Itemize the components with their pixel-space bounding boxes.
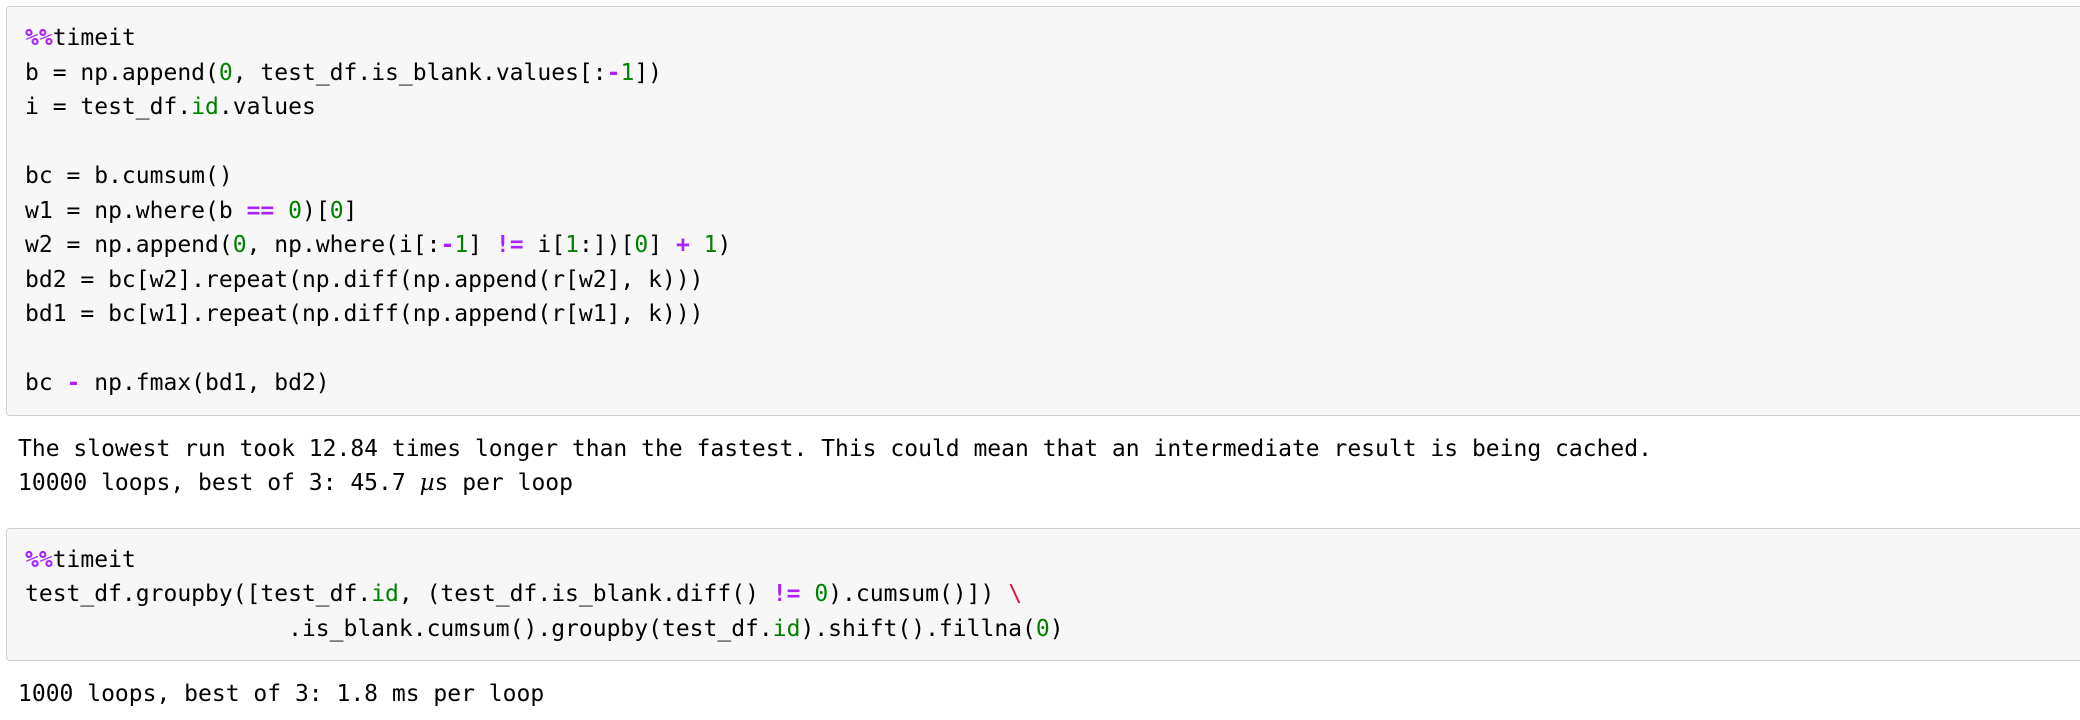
code-token-op: - — [440, 232, 455, 258]
code-line: w1 = np.where(b == 0)[0] — [25, 194, 2067, 229]
code-line: w2 = np.append(0, np.where(i[:-1] != i[1… — [25, 228, 2067, 263]
code-token-plain: i = test_df. — [25, 94, 192, 120]
cells-root: %%timeit b = np.append(0, test_df.is_blan… — [0, 6, 2080, 711]
code-token-num: 0 — [232, 232, 247, 258]
code-token-plain: ] — [468, 232, 496, 258]
code-token-plain: , (test_df.is_blank.diff() — [398, 581, 773, 607]
code-token-magicname: timeit — [52, 546, 136, 573]
code-line: bd1 = bc[w1].repeat(np.diff(np.append(r[… — [25, 297, 2067, 332]
code-token-num: 1 — [565, 232, 579, 258]
code-token-op: + — [675, 232, 690, 258]
code-token-plain: :])[ — [578, 232, 635, 258]
output-line: 1000 loops, best of 3: 1.8 ms per loop — [18, 681, 545, 707]
code-line: b = np.append(0, test_df.is_blank.values… — [25, 56, 2067, 91]
timeit-cell-numpy[interactable]: %%timeit b = np.append(0, test_df.is_blan… — [6, 6, 2080, 416]
code-token-op: - — [606, 59, 621, 86]
code-editor[interactable]: %%timeit b = np.append(0, test_df.is_blan… — [7, 7, 2080, 415]
code-token-plain: bd1 = bc[w1].repeat(np.diff(np.append(r[… — [25, 301, 704, 327]
code-line: bc = b.cumsum() — [25, 159, 2067, 194]
code-token-plain: bd2 = bc[w2].repeat(np.diff(np.append(r[… — [25, 266, 704, 293]
cell-output-gap — [0, 416, 2080, 432]
output-line: 10000 loops, best of 3: 45.7 µs per loop — [18, 469, 574, 496]
code-token-num: 1 — [454, 232, 469, 258]
code-token-plain: ]) — [634, 59, 663, 86]
code-token-plain: test_df.groupby([test_df. — [25, 581, 372, 607]
code-token-plain: .is_blank.cumsum().groupby(test_df. — [25, 615, 773, 642]
cell-output-gap — [0, 661, 2080, 677]
code-token-op: != — [772, 581, 801, 607]
code-token-builtin: id — [772, 615, 801, 642]
micro-symbol: µ — [419, 469, 435, 496]
code-line: %%timeit — [25, 543, 2067, 578]
code-token-esc: \ — [1008, 581, 1023, 607]
code-line: %%timeit — [25, 21, 2067, 56]
code-token-plain: i[ — [523, 232, 566, 258]
inter-cell-gap — [0, 500, 2080, 528]
code-token-plain: bc = b.cumsum() — [25, 163, 233, 189]
code-token-op: == — [246, 197, 275, 224]
code-token-op: - — [66, 370, 81, 396]
output-line: The slowest run took 12.84 times longer … — [18, 435, 1652, 462]
code-token-magic: %% — [25, 546, 53, 573]
code-token-plain: ] — [648, 232, 676, 258]
code-line: test_df.groupby([test_df.id, (test_df.is… — [25, 577, 2067, 612]
cell-output: 1000 loops, best of 3: 1.8 ms per loop — [0, 677, 2080, 711]
code-token-magicname: timeit — [52, 25, 136, 51]
code-token-op: != — [495, 232, 524, 258]
code-token-plain: np.fmax(bd1, bd2) — [80, 370, 330, 396]
code-token-plain: b = np.append( — [25, 59, 219, 86]
code-token-plain: ).shift().fillna( — [800, 615, 1036, 642]
code-token-num: 0 — [1035, 615, 1050, 642]
code-line: bd2 = bc[w2].repeat(np.diff(np.append(r[… — [25, 263, 2067, 298]
code-token-plain: .values — [218, 94, 316, 120]
code-line: i = test_df.id.values — [25, 90, 2067, 125]
cell-output: The slowest run took 12.84 times longer … — [0, 431, 2080, 500]
code-token-num: 1 — [703, 232, 718, 258]
code-token-plain: w2 = np.append( — [25, 232, 233, 258]
code-token-num: 1 — [620, 59, 635, 86]
code-token-num: 0 — [814, 581, 829, 607]
code-token-num: 0 — [329, 197, 344, 224]
notebook-container: %%timeit b = np.append(0, test_df.is_blan… — [0, 0, 2080, 711]
code-token-plain: bc — [25, 370, 67, 396]
code-token-plain: ) — [1049, 615, 1064, 642]
code-token-magic: %% — [25, 25, 53, 51]
code-token-plain: w1 = np.where(b — [25, 197, 247, 224]
timeit-cell-pandas[interactable]: %%timeit test_df.groupby([test_df.id, (te… — [6, 527, 2080, 661]
code-token-plain: ] — [343, 197, 358, 224]
code-token-num: 0 — [634, 232, 649, 258]
code-line: .is_blank.cumsum().groupby(test_df.id).s… — [25, 612, 2067, 647]
code-token-plain: , np.where(i[: — [246, 232, 441, 258]
code-token-plain: )[ — [301, 197, 330, 224]
code-line: bc - np.fmax(bd1, bd2) — [25, 366, 2067, 401]
code-token-builtin: id — [371, 581, 399, 607]
code-token-num: 0 — [288, 197, 302, 224]
code-token-plain: ) — [717, 232, 732, 258]
code-token-plain: ).cumsum()]) — [828, 581, 1009, 607]
code-token-num: 0 — [218, 59, 233, 86]
code-token-builtin: id — [191, 94, 219, 120]
code-token-plain: , test_df.is_blank.values[: — [232, 59, 607, 86]
code-editor[interactable]: %%timeit test_df.groupby([test_df.id, (te… — [7, 529, 2080, 661]
